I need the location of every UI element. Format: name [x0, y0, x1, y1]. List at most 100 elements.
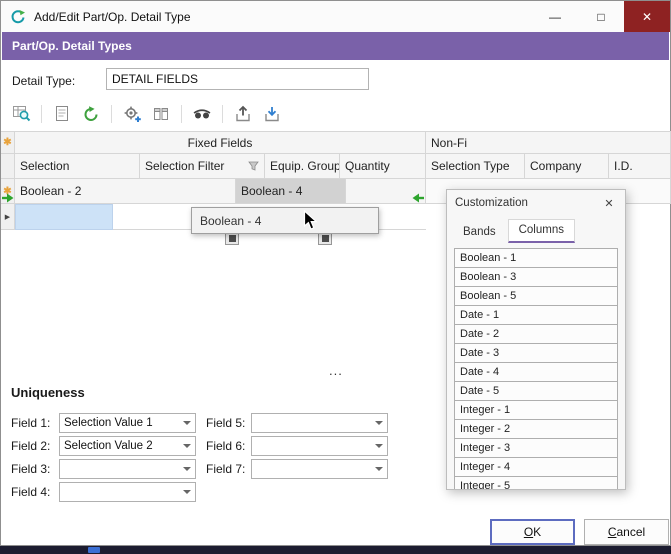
filter-funnel-icon[interactable] — [248, 161, 259, 171]
field7-input[interactable] — [252, 460, 371, 478]
grid-ellipsis: ... — [329, 363, 343, 378]
list-item[interactable]: Date - 3 — [454, 343, 618, 363]
mouse-cursor — [303, 210, 320, 232]
cancel-button[interactable]: Cancel — [584, 519, 669, 545]
field4-label: Field 4: — [11, 482, 57, 502]
dragged-column-ghost[interactable]: Boolean - 4 — [191, 207, 379, 234]
list-item[interactable]: Boolean - 1 — [454, 248, 618, 268]
band-row-indicator: ✱ — [1, 131, 15, 154]
cancel-button-label: Cancel — [608, 525, 645, 539]
uniqueness-title: Uniqueness — [11, 385, 85, 400]
columns-icon — [152, 105, 170, 123]
column-header-boolean-4-pressed[interactable]: Boolean - 4 — [236, 179, 346, 204]
list-item[interactable]: Integer - 4 — [454, 457, 618, 477]
chevron-down-icon[interactable] — [371, 414, 387, 432]
close-button[interactable]: ✕ — [624, 1, 670, 32]
find-grid-icon — [12, 104, 31, 123]
layout-button[interactable] — [50, 102, 74, 126]
column-header-selection-type[interactable]: Selection Type — [426, 154, 525, 179]
new-item-indicator: ✱ — [3, 137, 11, 148]
dialog-window: Add/Edit Part/Op. Detail Type — □ ✕ Part… — [0, 0, 671, 546]
field5-combo[interactable] — [251, 413, 388, 433]
import-down-icon — [263, 105, 281, 123]
list-item[interactable]: Date - 1 — [454, 305, 618, 325]
customization-close-icon[interactable]: ✕ — [601, 197, 617, 210]
chevron-down-icon[interactable] — [371, 460, 387, 478]
import-button[interactable] — [260, 102, 284, 126]
field7-combo[interactable] — [251, 459, 388, 479]
band-header-non-fixed-fields[interactable]: Non-Fi — [426, 131, 671, 154]
list-item[interactable]: Integer - 5 — [454, 476, 618, 489]
toolbar-separator — [111, 105, 112, 123]
chevron-down-icon[interactable] — [371, 437, 387, 455]
refresh-button[interactable] — [79, 102, 103, 126]
maximize-button[interactable]: □ — [578, 1, 624, 32]
eye-glasses-icon — [192, 105, 212, 123]
customization-header[interactable]: Customization ✕ — [447, 190, 625, 216]
list-item[interactable]: Integer - 3 — [454, 438, 618, 458]
column-header-boolean-2[interactable]: Boolean - 2 — [15, 179, 236, 204]
toolbar-separator — [41, 105, 42, 123]
field5-input[interactable] — [252, 414, 371, 432]
field6-combo[interactable] — [251, 436, 388, 456]
list-item[interactable]: Date - 2 — [454, 324, 618, 344]
current-row-arrow: ▶ — [5, 213, 10, 221]
field5-label: Field 5: — [206, 413, 252, 433]
column-header-company[interactable]: Company — [525, 154, 609, 179]
list-item[interactable]: Integer - 1 — [454, 400, 618, 420]
column-header-selection-filter[interactable]: Selection Filter — [140, 154, 265, 179]
field3-combo[interactable] — [59, 459, 196, 479]
column-header-id[interactable]: I.D. — [609, 154, 671, 179]
field6-input[interactable] — [252, 437, 371, 455]
list-item[interactable]: Date - 5 — [454, 381, 618, 401]
band-header-fixed-fields[interactable]: Fixed Fields — [15, 131, 426, 154]
list-item[interactable]: Integer - 2 — [454, 419, 618, 439]
chevron-down-icon[interactable] — [179, 483, 195, 501]
column-header-equip-group[interactable]: Equip. Group — [265, 154, 340, 179]
hide-field-button[interactable] — [190, 102, 214, 126]
window-title: Add/Edit Part/Op. Detail Type — [34, 10, 191, 24]
column-chooser-button[interactable] — [149, 102, 173, 126]
drop-marker-left-icon — [1, 191, 15, 205]
detail-type-label: Detail Type: — [12, 71, 75, 91]
header-row-indicator — [1, 154, 15, 179]
find-panel-button[interactable] — [9, 102, 33, 126]
grid-toolbar — [9, 101, 284, 126]
field2-input[interactable] — [60, 437, 179, 455]
toolbar-separator — [222, 105, 223, 123]
field1-input[interactable] — [60, 414, 179, 432]
tab-columns[interactable]: Columns — [508, 219, 575, 243]
window-controls: — □ ✕ — [532, 1, 670, 32]
field3-input[interactable] — [60, 460, 179, 478]
dialog-screen: Add/Edit Part/Op. Detail Type — □ ✕ Part… — [0, 0, 671, 554]
chevron-down-icon[interactable] — [179, 460, 195, 478]
drop-marker-right-icon — [411, 191, 425, 205]
chevron-down-icon[interactable] — [179, 414, 195, 432]
current-row-indicator-cell: ▶ — [1, 204, 15, 230]
settings-button[interactable] — [120, 102, 144, 126]
field4-combo[interactable] — [59, 482, 196, 502]
column-header-quantity[interactable]: Quantity — [340, 154, 426, 179]
detail-type-input[interactable] — [106, 68, 369, 90]
selected-data-cell[interactable] — [15, 204, 113, 230]
toolbar-separator — [181, 105, 182, 123]
section-banner: Part/Op. Detail Types — [2, 32, 669, 60]
field1-combo[interactable] — [59, 413, 196, 433]
selection-filter-label: Selection Filter — [145, 159, 224, 173]
titlebar: Add/Edit Part/Op. Detail Type — □ ✕ — [1, 1, 670, 32]
list-item[interactable]: Boolean - 3 — [454, 267, 618, 287]
list-item[interactable]: Boolean - 5 — [454, 286, 618, 306]
chevron-down-icon[interactable] — [179, 437, 195, 455]
app-icon — [10, 9, 26, 25]
minimize-button[interactable]: — — [532, 1, 578, 32]
ok-button[interactable]: OK — [490, 519, 575, 545]
column-header-selection[interactable]: Selection — [15, 154, 140, 179]
field2-combo[interactable] — [59, 436, 196, 456]
hidden-columns-list: Boolean - 1 Boolean - 3 Boolean - 5 Date… — [454, 248, 618, 489]
field4-input[interactable] — [60, 483, 179, 501]
ok-button-label: OK — [524, 525, 541, 539]
customization-tabs: Bands Columns — [447, 216, 625, 243]
tab-bands[interactable]: Bands — [453, 222, 506, 243]
export-button[interactable] — [231, 102, 255, 126]
list-item[interactable]: Date - 4 — [454, 362, 618, 382]
